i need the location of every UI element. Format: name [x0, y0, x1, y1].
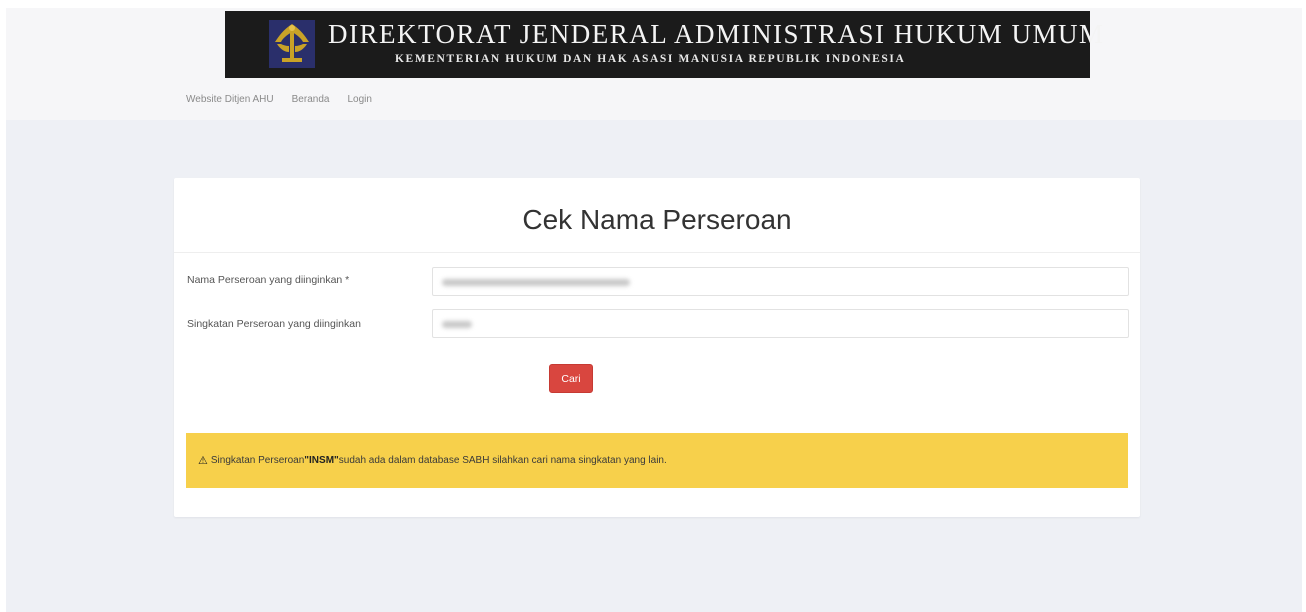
- top-nav: Website Ditjen AHU Beranda Login: [186, 94, 390, 105]
- banner-subtitle: KEMENTERIAN HUKUM DAN HAK ASASI MANUSIA …: [395, 53, 906, 65]
- page-frame: DIREKTORAT JENDERAL ADMINISTRASI HUKUM U…: [6, 8, 1302, 612]
- nav-link-website-ditjen-ahu[interactable]: Website Ditjen AHU: [186, 94, 274, 105]
- company-name-input[interactable]: [432, 267, 1129, 296]
- banner-title: DIREKTORAT JENDERAL ADMINISTRASI HUKUM U…: [328, 19, 1105, 49]
- redacted-abbreviation-value: [442, 321, 472, 328]
- warning-icon: ⚠: [198, 455, 208, 467]
- alert-highlight-abbreviation: "INSM": [304, 455, 339, 466]
- company-abbreviation-input[interactable]: [432, 309, 1129, 338]
- title-divider: [174, 252, 1140, 253]
- nav-link-beranda[interactable]: Beranda: [292, 94, 330, 105]
- header-area: DIREKTORAT JENDERAL ADMINISTRASI HUKUM U…: [6, 8, 1302, 120]
- company-name-label: Nama Perseroan yang diinginkan *: [187, 274, 350, 286]
- page-title: Cek Nama Perseroan: [522, 204, 792, 235]
- warning-alert: ⚠ Singkatan Perseroan "INSM" sudah ada d…: [186, 433, 1128, 488]
- pengayoman-emblem-icon: [269, 20, 315, 68]
- alert-text-suffix: sudah ada dalam database SABH silahkan c…: [338, 455, 667, 466]
- company-abbreviation-label: Singkatan Perseroan yang diinginkan: [187, 318, 361, 330]
- nav-link-login[interactable]: Login: [347, 94, 371, 105]
- redacted-name-value: [442, 279, 630, 286]
- check-name-card: Cek Nama Perseroan Nama Perseroan yang d…: [174, 178, 1140, 517]
- alert-text-prefix: Singkatan Perseroan: [210, 455, 305, 466]
- header-banner: DIREKTORAT JENDERAL ADMINISTRASI HUKUM U…: [225, 11, 1103, 78]
- search-button[interactable]: Cari: [549, 364, 593, 393]
